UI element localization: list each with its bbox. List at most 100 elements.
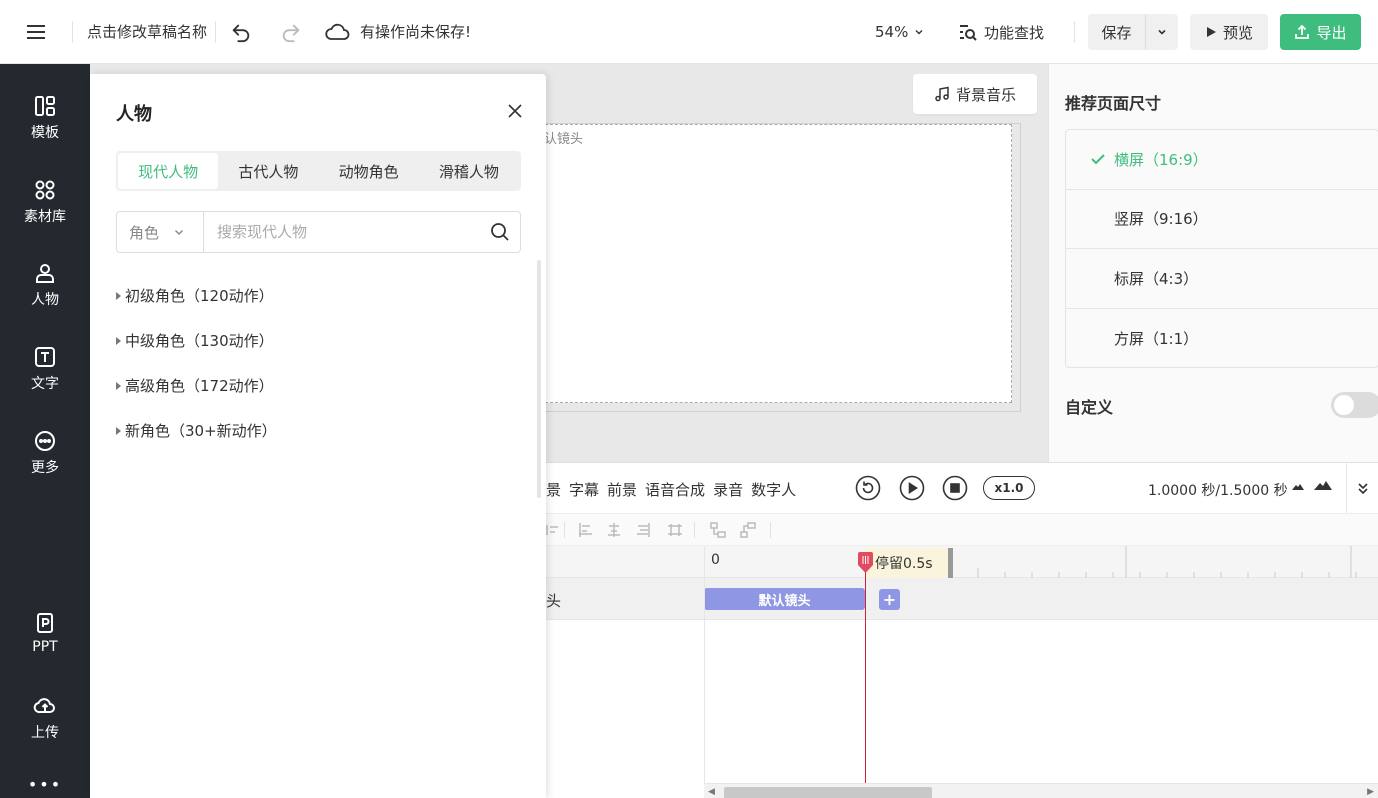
- role-select-value: 角色: [129, 223, 160, 242]
- character-group-list: 初级角色（120动作） 中级角色（130动作） 高级角色（172动作） 新角色（…: [116, 273, 521, 453]
- tab-ancient-characters[interactable]: 古代人物: [218, 153, 318, 189]
- timeline-track-row: 头 默认镜头 +: [546, 578, 1378, 620]
- tab-tts[interactable]: 语音合成: [645, 479, 705, 500]
- cloud-icon: [325, 23, 350, 40]
- undo-button[interactable]: [216, 0, 266, 64]
- sidebar-item-text[interactable]: 文字: [0, 334, 90, 404]
- replay-button[interactable]: [855, 475, 881, 501]
- align-icon[interactable]: [546, 522, 562, 538]
- tab-recording[interactable]: 录音: [713, 479, 743, 500]
- people-panel-scrollbar[interactable]: [537, 260, 541, 498]
- upload-icon: [33, 698, 55, 714]
- size-option-4-3[interactable]: 标屏（4:3）: [1066, 249, 1378, 309]
- page-size-title: 推荐页面尺寸: [1065, 94, 1162, 113]
- size-option-16-9[interactable]: 横屏（16:9）: [1066, 130, 1378, 190]
- save-button[interactable]: 保存: [1088, 14, 1146, 50]
- character-group-basic[interactable]: 初级角色（120动作）: [116, 273, 521, 318]
- size-option-9-16[interactable]: 竖屏（9:16）: [1066, 190, 1378, 249]
- align-center-icon[interactable]: [606, 522, 622, 538]
- size-option-1-1[interactable]: 方屏（1:1）: [1066, 309, 1378, 369]
- export-icon: [1295, 24, 1310, 39]
- people-search-input[interactable]: [204, 212, 480, 252]
- chevron-down-icon: [915, 30, 923, 35]
- chevron-down-icon: [175, 230, 184, 235]
- character-group-new[interactable]: 新角色（30+新动作）: [116, 408, 521, 453]
- sidebar-item-ppt[interactable]: PPT: [0, 598, 90, 668]
- align-left-icon[interactable]: [578, 522, 594, 538]
- background-music-button[interactable]: 背景音乐: [913, 74, 1037, 114]
- music-note-icon: [935, 86, 949, 102]
- zoom-in-icon[interactable]: [1313, 479, 1333, 491]
- timeline-time: 1.0000 秒/1.5000 秒: [1148, 483, 1288, 499]
- timeline-toolbar: [546, 513, 1378, 546]
- scroll-left-icon[interactable]: ◀: [708, 787, 715, 797]
- custom-size-toggle[interactable]: [1331, 392, 1378, 418]
- collapse-timeline-button[interactable]: [1346, 463, 1378, 513]
- scrollbar-thumb[interactable]: [724, 787, 932, 798]
- sidebar-item-label: 更多: [31, 460, 59, 476]
- tab-animal-characters[interactable]: 动物角色: [319, 153, 419, 189]
- sidebar-item-person[interactable]: 人物: [0, 250, 90, 320]
- play-button[interactable]: [899, 475, 925, 501]
- sidebar-overflow[interactable]: •••: [0, 775, 90, 794]
- tab-foreground[interactable]: 前景: [607, 479, 637, 500]
- layer-down-icon[interactable]: [710, 522, 726, 538]
- draft-name[interactable]: 点击修改草稿名称: [73, 21, 215, 42]
- redo-button[interactable]: [266, 0, 316, 64]
- people-panel-title: 人物: [116, 104, 152, 125]
- save-dropdown-button[interactable]: [1146, 14, 1178, 50]
- sidebar-item-more[interactable]: 更多: [0, 418, 90, 488]
- sidebar-item-material-library[interactable]: 素材库: [0, 167, 90, 237]
- playback-speed-button[interactable]: x1.0: [983, 476, 1035, 500]
- tab-funny-characters[interactable]: 滑稽人物: [419, 153, 519, 189]
- size-option-label: 横屏（16:9）: [1114, 150, 1208, 169]
- sidebar-item-label: 模板: [31, 125, 59, 141]
- align-right-icon[interactable]: [635, 522, 651, 538]
- timeline-column-divider: [704, 546, 705, 798]
- close-icon[interactable]: [506, 102, 524, 120]
- tab-digital-human[interactable]: 数字人: [751, 479, 796, 500]
- timeline-ruler[interactable]: 0: [546, 546, 1378, 578]
- divider: [694, 522, 695, 538]
- ruler-ticks: [977, 546, 1357, 578]
- timeline-horizontal-scrollbar[interactable]: ◀ ▶: [704, 783, 1378, 798]
- size-option-label: 标屏（4:3）: [1114, 269, 1199, 288]
- feature-search-label: 功能查找: [984, 23, 1045, 42]
- feature-search-button[interactable]: 功能查找: [958, 0, 1044, 64]
- layer-up-icon[interactable]: [740, 522, 756, 538]
- character-group-label: 新角色（30+新动作）: [125, 422, 277, 440]
- sidebar-item-upload[interactable]: 上传: [0, 683, 90, 753]
- tab-scene[interactable]: 景: [546, 479, 561, 500]
- role-select[interactable]: 角色: [117, 212, 204, 252]
- save-status: 有操作尚未保存!: [324, 21, 471, 43]
- export-label: 导出: [1316, 23, 1347, 42]
- preview-button[interactable]: 预览: [1190, 14, 1268, 50]
- tab-modern-characters[interactable]: 现代人物: [118, 153, 219, 189]
- character-group-intermediate[interactable]: 中级角色（130动作）: [116, 318, 521, 363]
- playhead-handle[interactable]: [857, 552, 874, 574]
- character-group-label: 高级角色（172动作）: [125, 377, 274, 395]
- export-button[interactable]: 导出: [1280, 14, 1361, 50]
- custom-size-label: 自定义: [1065, 398, 1114, 417]
- zoom-select[interactable]: 54%: [875, 0, 924, 64]
- default-shot-clip[interactable]: 默认镜头: [704, 588, 865, 610]
- tab-subtitle[interactable]: 字幕: [569, 479, 599, 500]
- character-group-label: 初级角色（120动作）: [125, 287, 274, 305]
- sidebar-item-template[interactable]: 模板: [0, 83, 90, 153]
- stop-button[interactable]: [942, 475, 968, 501]
- pause-duration[interactable]: 停留0.5s: [865, 548, 949, 578]
- material-library-icon: [35, 180, 55, 200]
- pause-resize-handle[interactable]: [948, 548, 953, 578]
- search-button[interactable]: [480, 212, 520, 252]
- more-icon: [35, 431, 55, 451]
- save-status-text: 有操作尚未保存!: [360, 23, 472, 41]
- distribute-icon[interactable]: [667, 522, 683, 538]
- playhead-line: [865, 552, 866, 798]
- character-group-advanced[interactable]: 高级角色（172动作）: [116, 363, 521, 408]
- add-shot-button[interactable]: +: [879, 589, 900, 610]
- stage-canvas[interactable]: [540, 124, 1012, 403]
- menu-button[interactable]: [0, 0, 72, 64]
- zoom-out-icon[interactable]: [1291, 481, 1305, 491]
- scroll-right-icon[interactable]: ▶: [1367, 787, 1374, 797]
- person-icon: [36, 264, 54, 283]
